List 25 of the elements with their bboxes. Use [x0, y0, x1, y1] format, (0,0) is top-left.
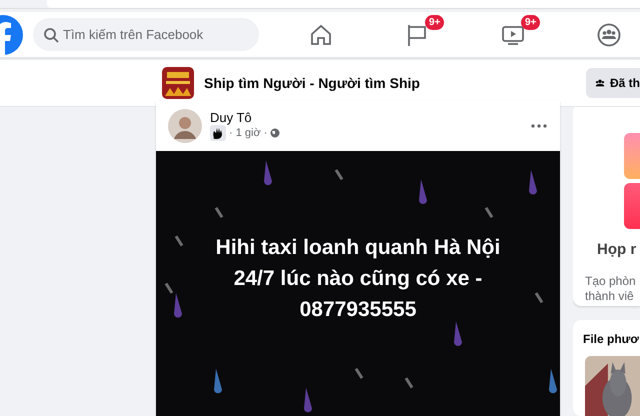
nav-tab[interactable]: 9+ — [465, 12, 561, 57]
group-logo-icon — [162, 67, 194, 99]
post-time[interactable]: · 1 giờ · — [229, 127, 268, 139]
home-icon — [309, 22, 333, 46]
group-title[interactable]: Ship tìm Người - Người tìm Ship — [204, 75, 420, 91]
room-description: Tạo phòn — [585, 274, 637, 289]
room-description: thành viê — [585, 289, 635, 304]
notification-badge: 9+ — [521, 15, 540, 30]
search-field[interactable]: Tìm kiếm trên Facebook — [33, 18, 259, 51]
post-text: Hihi taxi loanh quanh Hà Nội 24/7 lúc nào cũng có xe - 0877935555 — [214, 235, 502, 323]
people-icon — [595, 77, 605, 89]
flag-icon — [405, 22, 429, 46]
avatar-icon[interactable] — [168, 109, 202, 143]
notification-badge: 9+ — [425, 15, 444, 30]
room-tile — [624, 183, 640, 229]
search-icon — [43, 27, 59, 43]
author-name[interactable]: Duy Tô — [210, 111, 280, 124]
files-title: File phươ — [583, 332, 640, 346]
joined-button[interactable]: Đã th — [586, 68, 640, 98]
nav-tab[interactable]: 9+ — [369, 12, 465, 57]
room-tile — [624, 133, 640, 179]
groups-icon — [597, 22, 621, 46]
room-title: Họp r — [597, 241, 638, 258]
hand-icon — [210, 125, 226, 141]
more-icon[interactable] — [531, 124, 547, 128]
